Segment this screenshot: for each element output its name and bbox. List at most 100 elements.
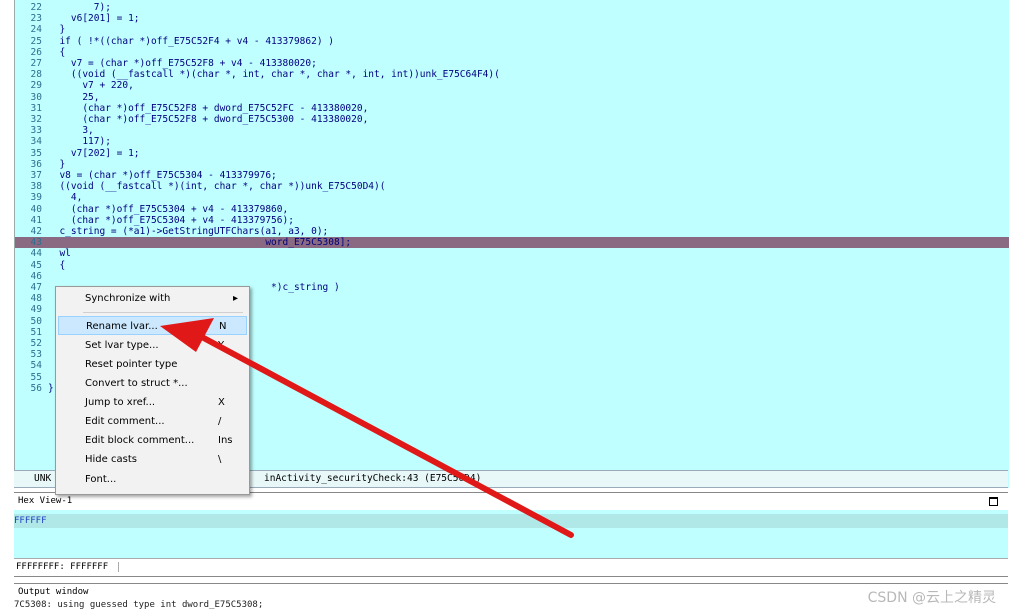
code-line[interactable]: 33 3, — [15, 125, 1009, 136]
code-text: (char *)off_E75C5304 + v4 - 413379860, — [48, 203, 289, 215]
code-text: v7[202] = 1; — [48, 147, 140, 159]
hex-view-body[interactable]: FFFFFF — [14, 510, 1008, 558]
line-number: 52 — [30, 338, 42, 349]
code-line[interactable]: 46 — [15, 271, 1009, 282]
code-line[interactable]: 27 v7 = (char *)off_E75C52F8 + v4 - 4133… — [15, 58, 1009, 69]
line-number: 36 — [30, 158, 42, 170]
menu-item-reset-pointer-type[interactable]: Reset pointer type — [58, 355, 247, 374]
line-number: 49 — [30, 304, 42, 316]
code-line[interactable]: 24 } — [15, 24, 1009, 35]
line-number: 51 — [30, 326, 42, 338]
menu-item-edit-block-comment[interactable]: Edit block comment... Ins — [58, 431, 247, 450]
code-text: 7); — [48, 2, 111, 13]
output-line: 7C5308: using guessed type int dword_E75… — [14, 600, 264, 610]
menu-item-jump-to-xref[interactable]: Jump to xref... X — [58, 393, 247, 412]
code-text: } — [48, 158, 66, 170]
code-line[interactable]: 37 v8 = (char *)off_E75C5304 - 413379976… — [15, 170, 1009, 181]
code-line[interactable]: 22 7); — [15, 2, 1009, 13]
line-number: 48 — [30, 293, 42, 305]
line-number: 47 — [30, 282, 42, 293]
code-text: 117); — [48, 136, 111, 148]
menu-separator — [83, 312, 243, 313]
menu-item-font[interactable]: Font... — [58, 470, 247, 489]
code-text: word_E75C5308]; — [48, 237, 352, 249]
code-text: { — [48, 259, 66, 271]
line-number: 55 — [30, 371, 42, 383]
menu-item-hide-casts[interactable]: Hide casts \ — [58, 450, 247, 469]
menu-label: Reset pointer type — [85, 359, 178, 370]
code-line[interactable]: 31 (char *)off_E75C52F8 + dword_E75C52FC… — [15, 103, 1009, 114]
line-number: 46 — [30, 270, 42, 282]
code-line[interactable]: 28 ((void (__fastcall *)(char *, int, ch… — [15, 69, 1009, 80]
line-number: 26 — [30, 46, 42, 58]
menu-item-synchronize-with[interactable]: Synchronize with ▸ — [58, 289, 247, 308]
code-text: (char *)off_E75C52F8 + dword_E75C5300 - … — [48, 114, 369, 125]
code-line[interactable]: 35 v7[202] = 1; — [15, 148, 1009, 159]
code-line[interactable]: 29 v7 + 220, — [15, 80, 1009, 91]
menu-shortcut: Ins — [218, 435, 233, 446]
code-line[interactable]: 42 c_string = (*a1)->GetStringUTFChars(a… — [15, 226, 1009, 237]
menu-item-set-lvar-type[interactable]: Set lvar type... Y — [58, 336, 247, 355]
code-line[interactable]: 34 117); — [15, 136, 1009, 147]
line-number: 32 — [30, 114, 42, 125]
code-line[interactable]: 43 word_E75C5308]; — [15, 237, 1009, 249]
code-line[interactable]: 45 { — [15, 260, 1009, 271]
code-line[interactable]: 41 (char *)off_E75C5304 + v4 - 413379756… — [15, 215, 1009, 226]
hex-view-status: FFFFFFFF: FFFFFFF — [14, 558, 1008, 577]
line-number: 54 — [30, 360, 42, 372]
left-border-strip — [0, 0, 14, 611]
line-number: 41 — [30, 214, 42, 226]
context-menu[interactable]: Synchronize with ▸ Rename lvar... N Set … — [55, 286, 250, 495]
line-number: 56 — [30, 382, 42, 394]
code-line[interactable]: 38 ((void (__fastcall *)(int, char *, ch… — [15, 181, 1009, 192]
menu-item-convert-to-struct[interactable]: Convert to struct *... — [58, 374, 247, 393]
code-line[interactable]: 32 (char *)off_E75C52F8 + dword_E75C5300… — [15, 114, 1009, 125]
code-line[interactable]: 23 v6[201] = 1; — [15, 13, 1009, 24]
maximize-icon[interactable] — [989, 497, 998, 506]
line-number: 35 — [30, 147, 42, 159]
menu-label: Rename lvar... — [86, 321, 158, 332]
menu-item-rename-lvar[interactable]: Rename lvar... N — [58, 316, 247, 335]
line-number: 45 — [30, 259, 42, 271]
code-text: } — [48, 382, 54, 394]
line-number: 38 — [30, 181, 42, 193]
menu-shortcut: X — [218, 397, 225, 408]
code-text: ((void (__fastcall *)(char *, int, char … — [48, 69, 500, 81]
code-line[interactable]: 36 } — [15, 159, 1009, 170]
menu-shortcut: N — [219, 321, 227, 332]
menu-label: Hide casts — [85, 454, 137, 465]
code-text: c_string = (*a1)->GetStringUTFChars(a1, … — [48, 226, 329, 237]
line-number: 29 — [30, 80, 42, 92]
line-number: 27 — [30, 58, 42, 69]
code-line[interactable]: 44 wl — [15, 248, 1009, 259]
menu-label: Convert to struct *... — [85, 378, 188, 389]
code-line[interactable]: 25 if ( !*((char *)off_E75C52F4 + v4 - 4… — [15, 36, 1009, 47]
code-line[interactable]: 26 { — [15, 47, 1009, 58]
hex-address-text: FFFFFFFF: FFFFFFF — [14, 562, 120, 572]
code-text: 3, — [48, 125, 94, 137]
menu-label: Edit block comment... — [85, 435, 195, 446]
menu-shortcut: / — [218, 416, 222, 427]
code-line[interactable]: 39 4, — [15, 192, 1009, 203]
line-number: 30 — [30, 91, 42, 103]
line-number: 31 — [30, 102, 42, 114]
line-number: 37 — [30, 170, 42, 181]
line-number: 33 — [30, 125, 42, 137]
code-line[interactable]: 40 (char *)off_E75C5304 + v4 - 413379860… — [15, 204, 1009, 215]
code-text: v7 = (char *)off_E75C52F8 + v4 - 4133800… — [48, 58, 317, 69]
line-number: 39 — [30, 192, 42, 204]
menu-shortcut: Y — [218, 340, 225, 351]
hex-view-title: Hex View-1 — [18, 496, 73, 506]
line-number: 53 — [30, 349, 42, 361]
code-text: (char *)off_E75C52F8 + dword_E75C52FC - … — [48, 102, 369, 114]
hex-line: FFFFFF — [14, 514, 1008, 528]
menu-label: Edit comment... — [85, 416, 165, 427]
status-location-text: inActivity_securityCheck:43 (E75C50D4) — [264, 473, 482, 484]
line-number: 28 — [30, 69, 42, 81]
line-number: 42 — [30, 226, 42, 237]
code-text: 25, — [48, 91, 100, 103]
output-window-titlebar[interactable]: Output window — [14, 583, 1008, 600]
code-text: { — [48, 46, 66, 58]
menu-item-edit-comment[interactable]: Edit comment... / — [58, 412, 247, 431]
code-line[interactable]: 30 25, — [15, 92, 1009, 103]
